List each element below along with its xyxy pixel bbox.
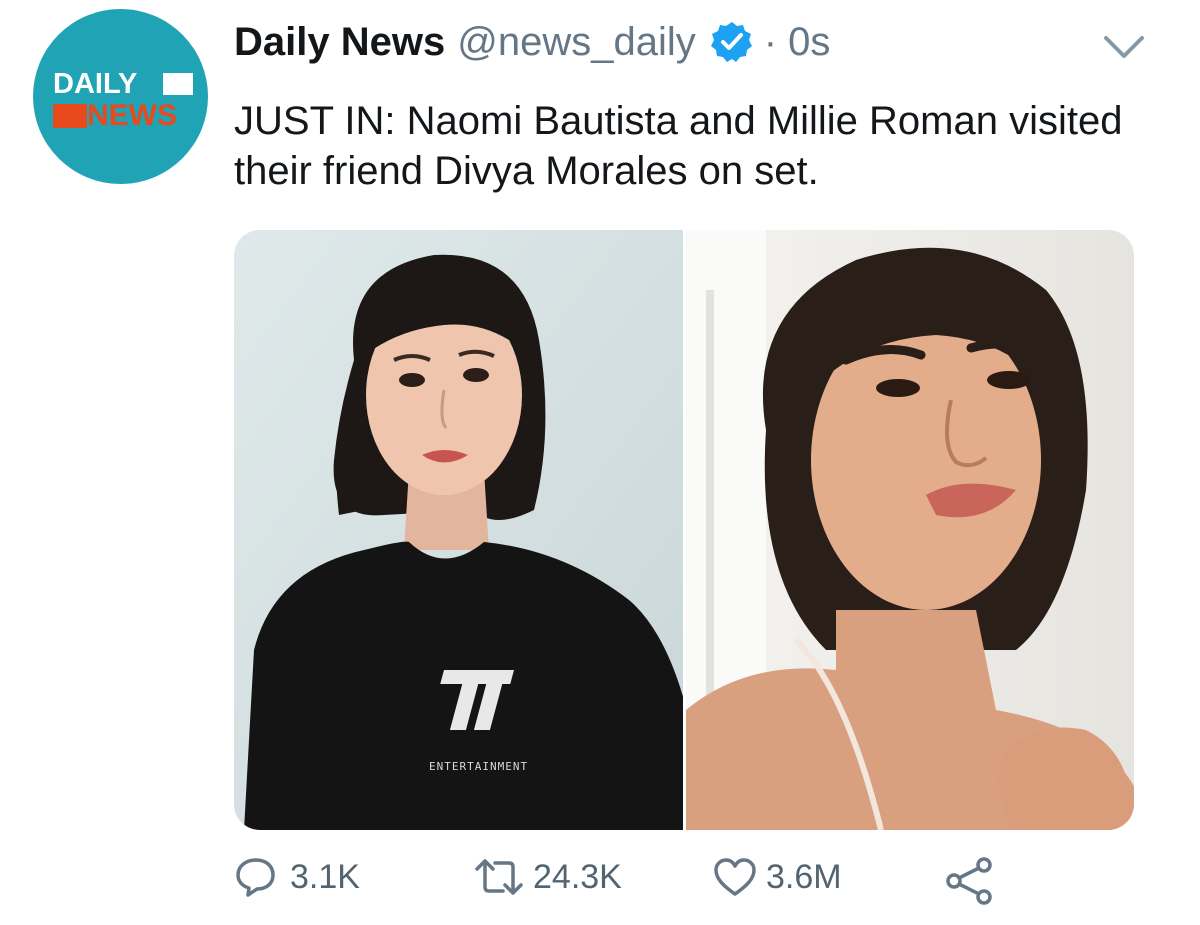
reply-button[interactable]: 3.1K — [234, 855, 360, 899]
logo-bar-accent — [53, 104, 87, 128]
tweet-media[interactable]: ENTERTAINMENT — [234, 230, 1134, 830]
photo-left[interactable]: ENTERTAINMENT — [234, 230, 683, 830]
logo-text-news: NEWS — [87, 99, 177, 132]
share-button[interactable] — [944, 855, 996, 907]
retweet-button[interactable]: 24.3K — [471, 855, 622, 899]
photo-right[interactable] — [685, 230, 1134, 830]
tweet-header: Daily News @news_daily · 0s — [234, 18, 830, 66]
like-icon — [714, 858, 756, 896]
shirt-logo-text: ENTERTAINMENT — [429, 760, 528, 773]
like-count: 3.6M — [766, 857, 842, 896]
tweet-text: JUST IN: Naomi Bautista and Millie Roman… — [234, 99, 1123, 193]
tweet-time[interactable]: · 0s — [764, 18, 831, 66]
reply-count: 3.1K — [290, 857, 360, 896]
logo-text-daily: DAILY — [53, 68, 138, 100]
account-name[interactable]: Daily News — [234, 18, 445, 66]
tweet-actions: 3.1K 24.3K 3.6M — [234, 855, 1134, 915]
verified-badge-icon — [710, 20, 754, 64]
chevron-down-icon[interactable] — [1100, 30, 1148, 64]
logo-bar — [163, 73, 193, 95]
like-button[interactable]: 3.6M — [712, 855, 842, 899]
retweet-icon — [475, 859, 523, 895]
avatar[interactable]: DAILY NEWS — [33, 9, 208, 184]
account-handle[interactable]: @news_daily — [457, 18, 696, 66]
share-icon — [946, 857, 992, 905]
retweet-count: 24.3K — [533, 857, 622, 896]
reply-icon — [236, 858, 275, 897]
